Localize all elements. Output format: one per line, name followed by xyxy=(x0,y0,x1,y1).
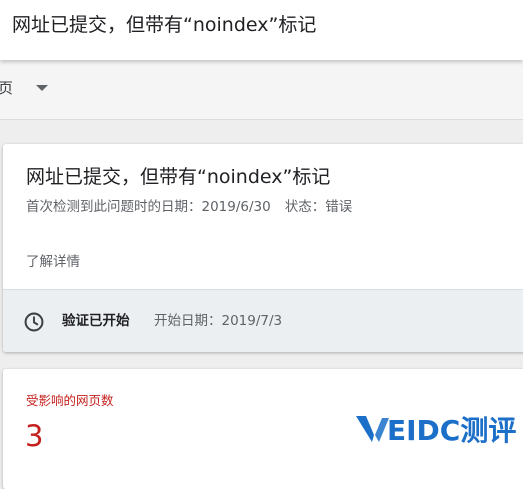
issue-status: 状态：错误 xyxy=(284,199,353,215)
clock-icon xyxy=(24,312,44,332)
chevron-down-icon[interactable] xyxy=(36,85,48,91)
validation-status: 验证已开始 xyxy=(62,313,130,329)
learn-more-link[interactable]: 了解详情 xyxy=(26,253,80,271)
validation-start-date: 开始日期：2019/7/3 xyxy=(154,313,283,329)
first-detected-date: 首次检测到此问题时的日期：2019/6/30 xyxy=(26,199,271,215)
validation-bar: 验证已开始 开始日期：2019/7/3 xyxy=(3,289,523,352)
issue-meta: 首次检测到此问题时的日期：2019/6/30 状态：错误 xyxy=(26,198,352,216)
issue-detail-card: 网址已提交，但带有“noindex”标记 首次检测到此问题时的日期：2019/6… xyxy=(3,144,523,352)
page-header: 网址已提交，但带有“noindex”标记 xyxy=(0,0,523,60)
issue-title: 网址已提交，但带有“noindex”标记 xyxy=(26,166,331,188)
watermark: EIDC测评 xyxy=(355,409,516,449)
page-title: 网址已提交，但带有“noindex”标记 xyxy=(12,14,317,36)
affected-pages-card: 受影响的网页数 3 EIDC测评 xyxy=(3,369,523,489)
filter-dropdown-label[interactable]: 页 xyxy=(0,78,13,98)
affected-pages-count: 3 xyxy=(25,419,44,453)
affected-pages-label: 受影响的网页数 xyxy=(26,393,114,408)
watermark-text: EIDC测评 xyxy=(387,414,517,447)
watermark-logo-icon xyxy=(356,416,389,442)
filter-bar: 页 xyxy=(0,60,523,120)
